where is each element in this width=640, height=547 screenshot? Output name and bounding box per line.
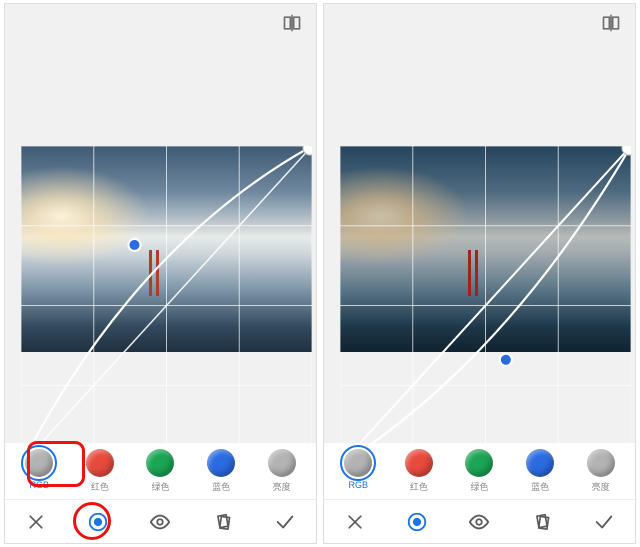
- channel-blue[interactable]: 蓝色: [196, 449, 246, 493]
- channel-label: 红色: [410, 480, 428, 493]
- channel-swatch: [25, 449, 53, 477]
- tool-styles[interactable]: [205, 504, 241, 540]
- bottom-toolbar: [5, 499, 316, 543]
- channel-swatch: [344, 449, 372, 477]
- channel-swatch: [465, 449, 493, 477]
- editor-pane-right: RGB 红色 绿色 蓝色 亮度: [323, 3, 636, 544]
- tool-preview[interactable]: [461, 504, 497, 540]
- channel-red[interactable]: 红色: [75, 449, 125, 493]
- channel-label: 绿色: [151, 480, 169, 493]
- channel-red[interactable]: 红色: [394, 449, 444, 493]
- channel-label: 绿色: [470, 480, 488, 493]
- tool-mode[interactable]: [80, 504, 116, 540]
- tool-styles[interactable]: [524, 504, 560, 540]
- tool-mode[interactable]: [399, 504, 435, 540]
- curve-handle[interactable]: [500, 354, 512, 366]
- bottom-toolbar: [324, 499, 635, 543]
- compare-icon[interactable]: [282, 13, 302, 36]
- channel-swatch: [587, 449, 615, 477]
- channel-label: RGB: [349, 480, 369, 490]
- channel-label: 亮度: [273, 480, 291, 493]
- channel-label: 蓝色: [531, 480, 549, 493]
- channel-label: RGB: [30, 480, 50, 490]
- top-bar: [324, 4, 635, 44]
- editor-pane-left: RGB 红色 绿色 蓝色 亮度: [4, 3, 317, 544]
- channel-rgb[interactable]: RGB: [14, 449, 64, 490]
- channel-label: 蓝色: [212, 480, 230, 493]
- channel-label: 红色: [91, 480, 109, 493]
- channel-picker: RGB 红色 绿色 蓝色 亮度: [324, 443, 635, 499]
- channel-picker: RGB 红色 绿色 蓝色 亮度: [5, 443, 316, 499]
- channel-luma[interactable]: 亮度: [257, 449, 307, 493]
- tool-apply[interactable]: [586, 504, 622, 540]
- channel-swatch: [146, 449, 174, 477]
- tool-preview[interactable]: [142, 504, 178, 540]
- tool-cancel[interactable]: [337, 504, 373, 540]
- channel-rgb[interactable]: RGB: [333, 449, 383, 490]
- channel-swatch: [405, 449, 433, 477]
- photo-preview: [21, 146, 312, 352]
- channel-green[interactable]: 绿色: [135, 449, 185, 493]
- canvas-area[interactable]: [5, 44, 316, 443]
- channel-blue[interactable]: 蓝色: [515, 449, 565, 493]
- channel-swatch: [268, 449, 296, 477]
- canvas-area[interactable]: [324, 44, 635, 443]
- channel-swatch: [207, 449, 235, 477]
- tool-cancel[interactable]: [18, 504, 54, 540]
- channel-luma[interactable]: 亮度: [576, 449, 626, 493]
- channel-green[interactable]: 绿色: [454, 449, 504, 493]
- channel-swatch: [526, 449, 554, 477]
- channel-swatch: [86, 449, 114, 477]
- photo-preview: [340, 146, 631, 352]
- compare-icon[interactable]: [601, 13, 621, 36]
- top-bar: [5, 4, 316, 44]
- tool-apply[interactable]: [267, 504, 303, 540]
- channel-label: 亮度: [592, 480, 610, 493]
